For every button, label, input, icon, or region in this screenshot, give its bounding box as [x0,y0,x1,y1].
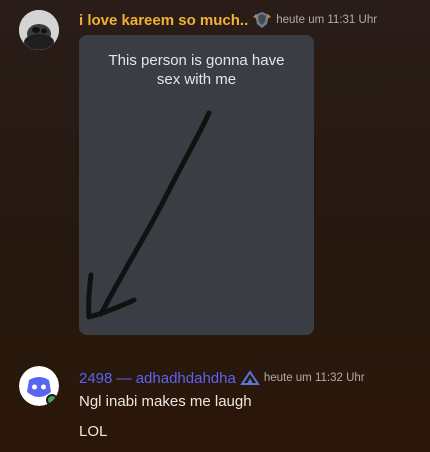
avatar[interactable] [19,10,59,50]
username[interactable]: i love kareem so much.. [79,12,248,29]
message-text-line-2: LOL [79,423,108,440]
avatar[interactable] [19,366,59,406]
drawn-arrow [86,110,212,320]
timestamp[interactable]: heute um 11:31 Uhr [276,14,377,26]
gem-role-icon[interactable] [252,11,272,29]
username[interactable]: 2498 — adhadhdahdha [79,370,236,387]
message-text-line-1: Ngl inabi makes me laugh [79,393,252,410]
timestamp[interactable]: heute um 11:32 Uhr [264,372,365,384]
image-attachment[interactable]: This person is gonna have sex with me [79,35,314,335]
discord-logo-avatar-icon [19,366,59,406]
message-header: i love kareem so much.. heute um 11:31 U… [79,11,377,29]
message-header: 2498 — adhadhdahdha heute um 11:32 Uhr [79,369,365,387]
message-2: 2498 — adhadhdahdha heute um 11:32 Uhr N… [0,345,430,452]
user-avatar-image [19,10,59,50]
message-1: i love kareem so much.. heute um 11:31 U… [0,0,430,345]
mountain-role-icon[interactable] [239,369,260,387]
